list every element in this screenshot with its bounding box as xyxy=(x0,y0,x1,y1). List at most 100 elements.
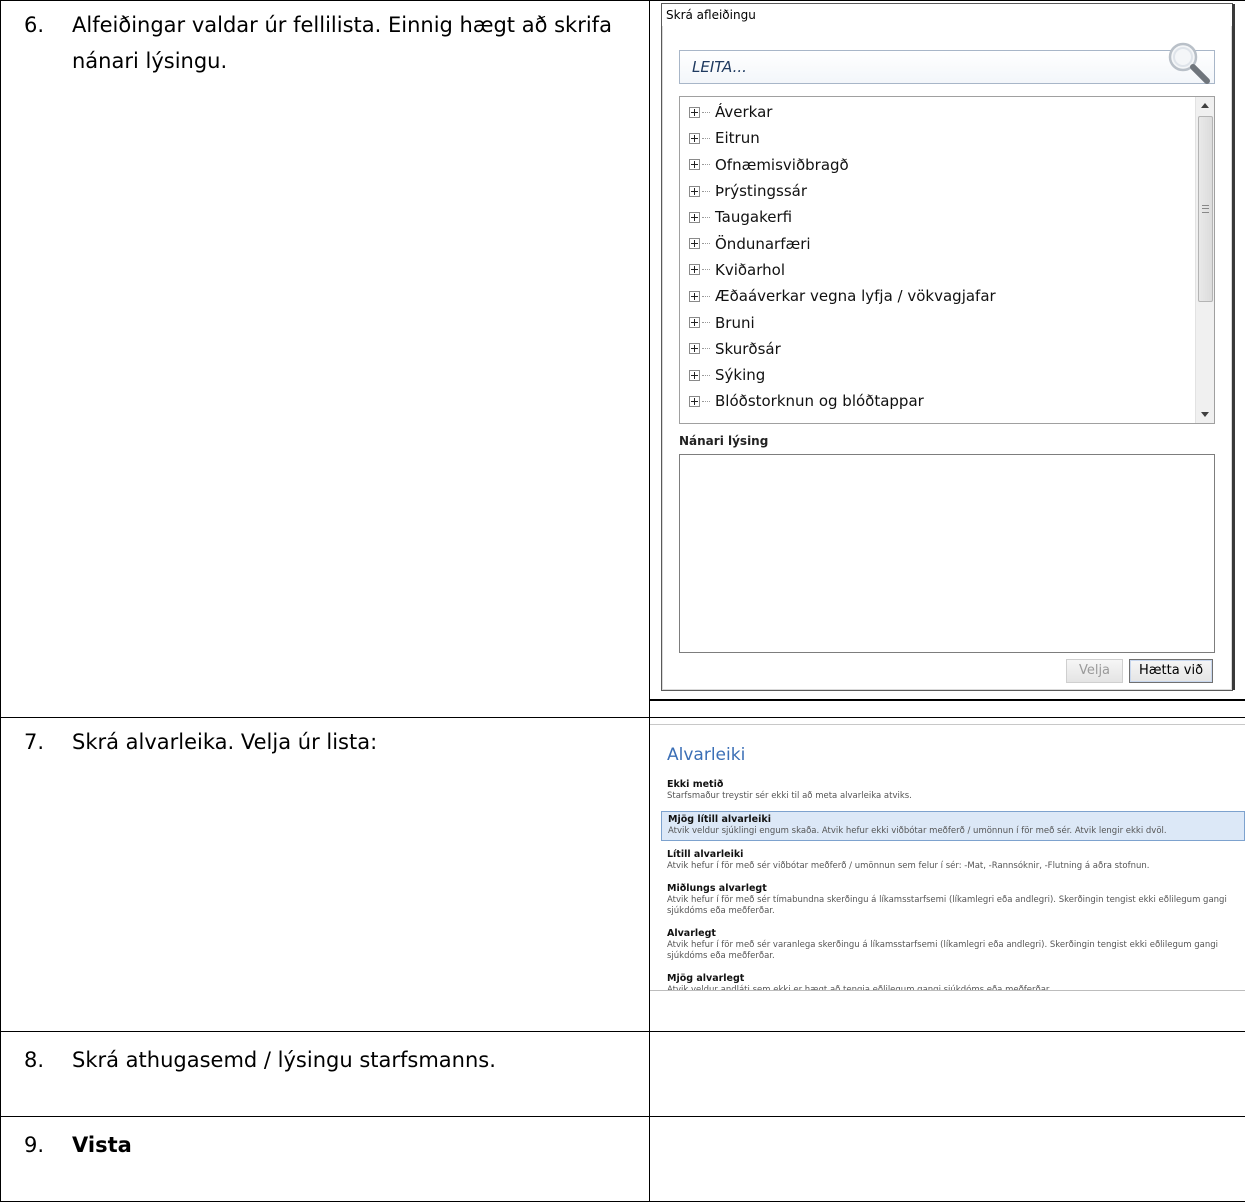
tree-item-label: Öndunarfæri xyxy=(715,234,811,253)
expand-icon[interactable] xyxy=(689,395,700,407)
severity-option-desc: Atvik hefur í för með sér tímabundna ske… xyxy=(667,895,1227,916)
tree-connector xyxy=(702,164,710,166)
expand-icon[interactable] xyxy=(689,238,700,250)
severity-option-name: Mjög alvarlegt xyxy=(667,973,745,984)
consequence-dialog: Skrá afleiðingu LEITA... Áverkar Eitrun Of… xyxy=(661,3,1235,691)
description-label: Nánari lýsing xyxy=(679,434,769,448)
tree-item-label: Áverkar xyxy=(715,103,773,122)
tree-item-label: Æðaáverkar vegna lyfja / vökvagjafar xyxy=(715,287,996,306)
severity-option-desc: Starfsmaður treystir sér ekki til að met… xyxy=(667,791,912,801)
tree-item-label: Ofnæmisviðbragð xyxy=(715,155,849,174)
severity-option-name: Lítill alvarleiki xyxy=(667,849,744,860)
table-row: 9. Vista xyxy=(0,1116,1245,1202)
tree-item[interactable]: Sýking xyxy=(689,362,1190,388)
tree-list: Áverkar Eitrun Ofnæmisviðbragð Þrýstingssár… xyxy=(689,99,1190,415)
expand-icon[interactable] xyxy=(689,106,700,118)
tree-item[interactable]: Ofnæmisviðbragð xyxy=(689,152,1190,178)
expand-icon[interactable] xyxy=(689,369,700,381)
consequence-tree[interactable]: Áverkar Eitrun Ofnæmisviðbragð Þrýstingssár… xyxy=(679,96,1215,424)
step-cell: 7. Skrá alvarleika. Velja úr lista: xyxy=(0,717,650,1032)
tree-item-label: Bruni xyxy=(715,313,755,332)
step-7: 7. Skrá alvarleika. Velja úr lista: xyxy=(1,718,649,760)
tree-item-label: Skurðsár xyxy=(715,339,781,358)
tree-connector xyxy=(702,216,710,218)
screenshot-cell: Skrá afleiðingu LEITA... Áverkar Eitrun Of… xyxy=(649,0,1245,718)
expand-icon[interactable] xyxy=(689,343,700,355)
divider xyxy=(650,699,1245,701)
expand-icon[interactable] xyxy=(689,317,700,329)
tree-connector xyxy=(702,374,710,376)
tree-connector xyxy=(702,295,710,297)
tree-connector xyxy=(702,322,710,324)
description-textarea[interactable] xyxy=(679,454,1215,653)
severity-option[interactable]: Mjög lítill alvarleiki Atvik veldur sjúkl… xyxy=(661,811,1245,841)
severity-option[interactable]: Mjög alvarlegt Atvik veldur andláti sem e… xyxy=(661,971,1245,990)
tree-item[interactable]: Þrýstingssár xyxy=(689,178,1190,204)
scrollbar-thumb[interactable] xyxy=(1198,116,1213,302)
search-input[interactable]: LEITA... xyxy=(679,42,1215,84)
tree-item[interactable]: Blóðstorknun og blóðtappar xyxy=(689,388,1190,414)
tree-item[interactable]: Taugakerfi xyxy=(689,204,1190,230)
expand-icon[interactable] xyxy=(689,264,700,276)
cancel-button[interactable]: Hætta við xyxy=(1129,659,1213,683)
step-text: Alfeiðingar valdar úr fellilista. Einnig… xyxy=(72,13,612,73)
tree-connector xyxy=(702,137,710,139)
tree-item-label: Þrýstingssár xyxy=(715,182,807,201)
tree-connector xyxy=(702,111,710,113)
search-placeholder: LEITA... xyxy=(692,58,747,76)
severity-option-name: Mjög lítill alvarleiki xyxy=(668,814,771,825)
tree-item[interactable]: Eitrun xyxy=(689,125,1190,151)
table-row: 7. Skrá alvarleika. Velja úr lista: Alva… xyxy=(0,717,1245,1032)
step-6: 6. Alfeiðingar valdar úr fellilista. Ein… xyxy=(1,1,649,79)
tree-item[interactable]: Öndunarfæri xyxy=(689,230,1190,256)
expand-icon[interactable] xyxy=(689,185,700,197)
empty-cell xyxy=(649,1116,1245,1202)
expand-icon[interactable] xyxy=(689,132,700,144)
step-number: 8. xyxy=(24,1048,45,1072)
severity-panel: Alvarleiki Ekki metið Starfsmaður treysti… xyxy=(650,724,1245,991)
step-cell: 8. Skrá athugasemd / lýsingu starfsmanns… xyxy=(0,1031,650,1117)
tree-item-label: Kviðarhol xyxy=(715,260,786,279)
step-text: Vista xyxy=(72,1133,132,1157)
select-button[interactable]: Velja xyxy=(1066,659,1123,683)
severity-option[interactable]: Miðlungs alvarlegt Atvik hefur í för með … xyxy=(661,881,1245,920)
severity-option-desc: Atvik hefur í för með sér viðbótar meðfe… xyxy=(667,861,1150,871)
step-number: 7. xyxy=(24,730,45,754)
dialog-title: Skrá afleiðingu xyxy=(662,4,1232,26)
tree-item[interactable]: Kviðarhol xyxy=(689,257,1190,283)
vertical-scrollbar[interactable] xyxy=(1195,97,1214,423)
tree-connector xyxy=(702,400,710,402)
severity-option[interactable]: Ekki metið Starfsmaður treystir sér ekki … xyxy=(661,777,1245,805)
tree-item-label: Sýking xyxy=(715,366,766,385)
tree-item[interactable]: Áverkar xyxy=(689,99,1190,125)
tree-connector xyxy=(702,190,710,192)
expand-icon[interactable] xyxy=(689,211,700,223)
severity-option-name: Miðlungs alvarlegt xyxy=(667,883,767,894)
step-number: 9. xyxy=(24,1133,45,1157)
severity-option-name: Ekki metið xyxy=(667,779,724,790)
tree-connector xyxy=(702,269,710,271)
table-row: 8. Skrá athugasemd / lýsingu starfsmanns… xyxy=(0,1031,1245,1117)
severity-title: Alvarleiki xyxy=(667,745,746,765)
tree-item[interactable]: Bruni xyxy=(689,309,1190,335)
table-row: 6. Alfeiðingar valdar úr fellilista. Ein… xyxy=(0,0,1245,718)
tree-item[interactable]: Æðaáverkar vegna lyfja / vökvagjafar xyxy=(689,283,1190,309)
empty-cell xyxy=(649,1031,1245,1117)
severity-option[interactable]: Lítill alvarleiki Atvik hefur í för með s… xyxy=(661,847,1245,875)
severity-option-desc: Atvik hefur í för með sér varanlega sker… xyxy=(667,940,1218,961)
tree-item-label: Blóðstorknun og blóðtappar xyxy=(715,392,924,411)
expand-icon[interactable] xyxy=(689,290,700,302)
severity-list: Ekki metið Starfsmaður treystir sér ekki … xyxy=(661,777,1245,990)
expand-icon[interactable] xyxy=(689,159,700,171)
step-9: 9. Vista xyxy=(1,1117,649,1163)
scroll-down-arrow-icon[interactable] xyxy=(1196,405,1214,423)
magnifier-icon[interactable] xyxy=(1162,39,1212,85)
severity-option[interactable]: Alvarlegt Atvik hefur í för með sér varan… xyxy=(661,926,1245,965)
scroll-up-arrow-icon[interactable] xyxy=(1196,97,1214,115)
tree-item-label: Eitrun xyxy=(715,129,760,148)
tree-item[interactable]: Skurðsár xyxy=(689,336,1190,362)
screenshot-cell: Alvarleiki Ekki metið Starfsmaður treysti… xyxy=(649,717,1245,1032)
tree-item-label: Taugakerfi xyxy=(715,208,793,227)
step-text: Skrá alvarleika. Velja úr lista: xyxy=(72,730,378,754)
step-cell: 6. Alfeiðingar valdar úr fellilista. Ein… xyxy=(0,0,650,718)
